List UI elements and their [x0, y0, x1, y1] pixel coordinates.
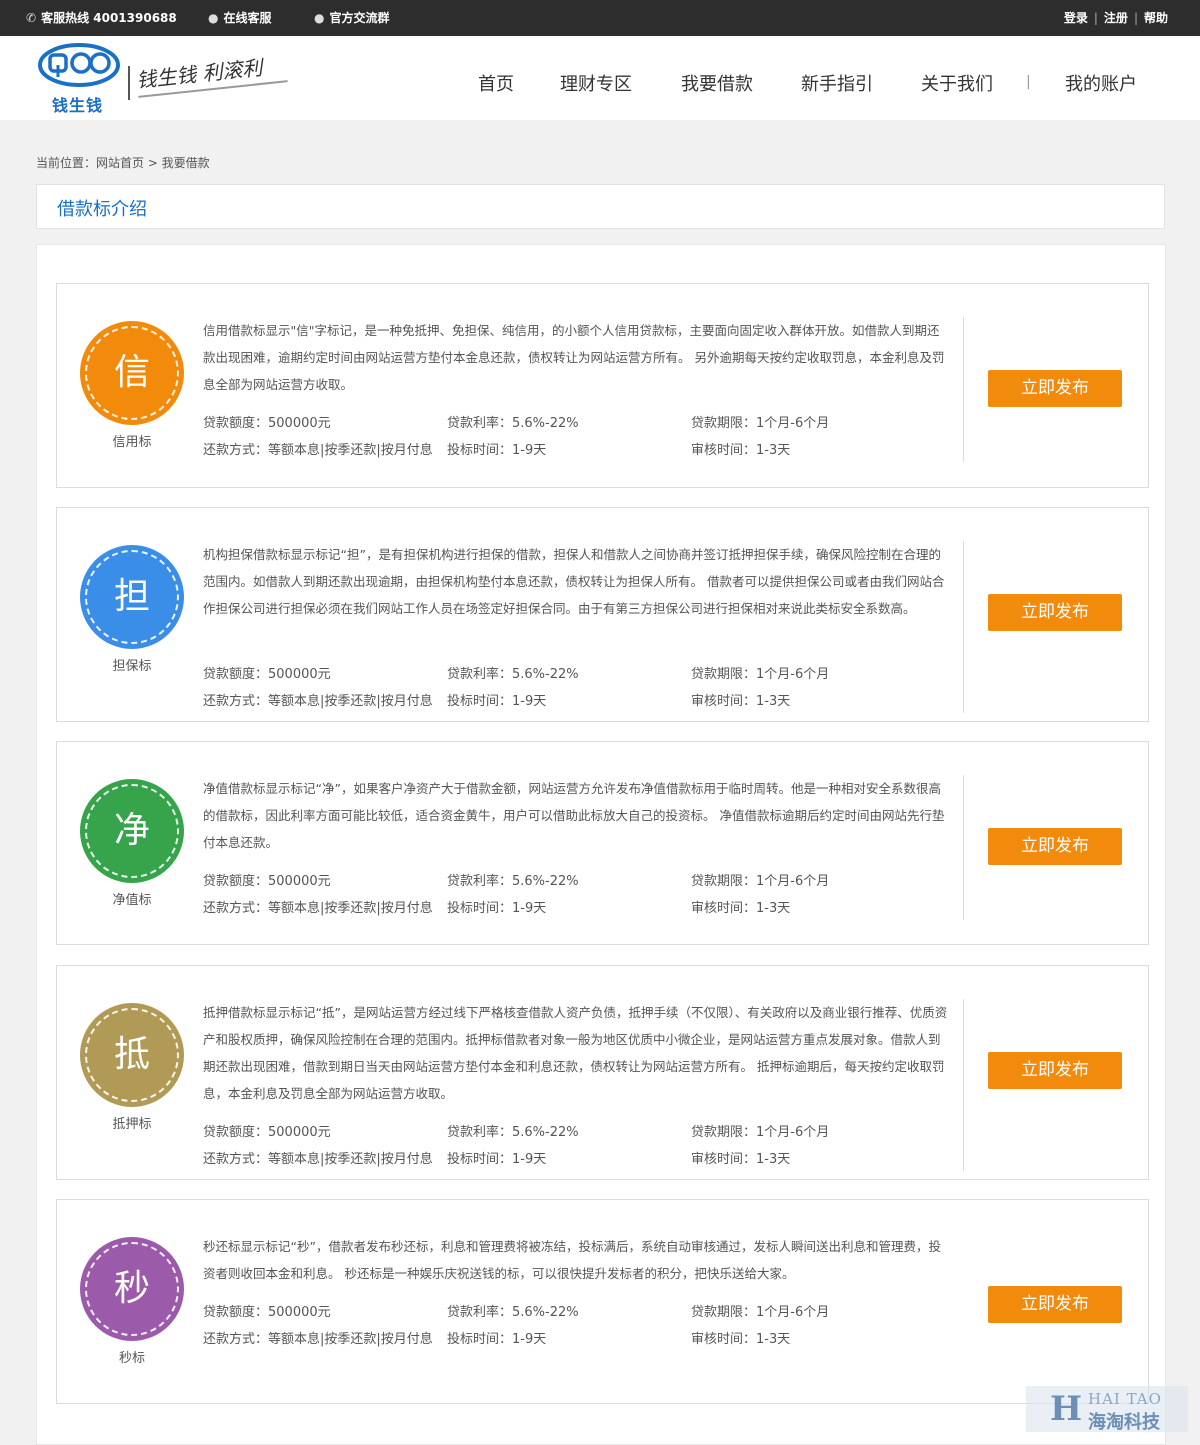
net-worth-badge-icon: 净	[80, 779, 184, 883]
loan-term: 贷款期限：1个月-6个月	[691, 416, 830, 431]
loan-description: 机构担保借款标显示标记“担”，是有担保机构进行担保的借款，担保人和借款人之间协商…	[203, 547, 945, 616]
repay-method: 还款方式：等额本息|按季还款|按月付息	[203, 1332, 433, 1347]
badge-char: 净	[113, 810, 150, 851]
audit-time: 审核时间：1-3天	[691, 443, 791, 458]
credit-badge-icon: 信	[80, 321, 184, 425]
loan-amount: 贷款额度：500000元	[203, 1305, 331, 1320]
audit-time: 审核时间：1-3天	[691, 1332, 791, 1347]
login-link[interactable]: 登录	[1058, 0, 1094, 36]
loan-card-instant: 秒 秒标 秒还标显示标记“秒”，借款者发布秒还标，利息和管理费将被冻结，投标满后…	[56, 1199, 1149, 1404]
online-service-text: 在线客服	[223, 11, 272, 25]
badge-char: 信	[113, 352, 150, 393]
loan-type-label: 担保标	[112, 659, 152, 674]
watermark-text-en: HAI TAO	[1088, 1390, 1162, 1408]
loan-card-net-worth: 净 净值标 净值借款标显示标记“净”，如果客户净资产大于借款金额，网站运营方允许…	[56, 741, 1149, 945]
publish-button[interactable]: 立即发布	[988, 828, 1122, 865]
official-group-text: 官方交流群	[329, 11, 390, 25]
loan-description: 净值借款标显示标记“净”，如果客户净资产大于借款金额，网站运营方允许发布净值借款…	[203, 781, 945, 850]
loan-description: 信用借款标显示"信"字标记，是一种免抵押、免担保、纯信用，的小额个人信用贷款标，…	[203, 323, 945, 392]
loan-term: 贷款期限：1个月-6个月	[691, 874, 830, 889]
loan-type-label: 信用标	[112, 435, 152, 450]
card-divider	[963, 775, 964, 920]
badge-char: 抵	[113, 1034, 150, 1075]
register-link[interactable]: 注册	[1098, 0, 1134, 36]
top-bar: ✆ 客服热线 4001390688 ● 在线客服 ● 官方交流群 登录 | 注册…	[0, 0, 1200, 36]
mortgage-badge-icon: 抵	[80, 1003, 184, 1107]
badge-char: 担	[113, 576, 150, 617]
help-link[interactable]: 帮助	[1138, 0, 1174, 36]
card-divider	[963, 317, 964, 462]
logo-text: 钱生钱	[52, 96, 104, 115]
bid-time: 投标时间：1-9天	[447, 1332, 547, 1347]
hotline: ✆ 客服热线 4001390688	[26, 0, 177, 36]
guarantee-badge-icon: 担	[80, 545, 184, 649]
hotline-text: 客服热线 4001390688	[41, 11, 177, 25]
user-icon: ●	[208, 11, 219, 25]
audit-time: 审核时间：1-3天	[691, 901, 791, 916]
bid-time: 投标时间：1-9天	[447, 1152, 547, 1167]
repay-method: 还款方式：等额本息|按季还款|按月付息	[203, 443, 433, 458]
repay-method: 还款方式：等额本息|按季还款|按月付息	[203, 1152, 433, 1167]
bid-time: 投标时间：1-9天	[447, 443, 547, 458]
loan-type-label: 净值标	[112, 893, 152, 908]
bid-time: 投标时间：1-9天	[447, 901, 547, 916]
slogan: 钱生钱 利滚利	[135, 55, 264, 93]
nav-about[interactable]: 关于我们	[921, 70, 993, 96]
repay-method: 还款方式：等额本息|按季还款|按月付息	[203, 694, 433, 709]
breadcrumb: 当前位置：网站首页 > 我要借款	[36, 156, 210, 170]
loan-rate: 贷款利率：5.6%-22%	[447, 1305, 579, 1320]
watermark-text-cn: 海淘科技	[1088, 1412, 1160, 1433]
nav-my-account[interactable]: 我的账户	[1065, 70, 1137, 96]
logo-icon[interactable]	[38, 43, 120, 87]
publish-button[interactable]: 立即发布	[988, 594, 1122, 631]
loan-rate: 贷款利率：5.6%-22%	[447, 1125, 579, 1140]
repay-method: 还款方式：等额本息|按季还款|按月付息	[203, 901, 433, 916]
audit-time: 审核时间：1-3天	[691, 694, 791, 709]
nav-home[interactable]: 首页	[478, 70, 514, 96]
loan-description: 抵押借款标显示标记“抵”，是网站运营方经过线下严格核查借款人资产负债，抵押手续（…	[203, 1005, 948, 1101]
loan-amount: 贷款额度：500000元	[203, 416, 331, 431]
loan-type-label: 抵押标	[112, 1117, 152, 1132]
card-divider	[963, 999, 964, 1171]
loan-card-mortgage: 抵 抵押标 抵押借款标显示标记“抵”，是网站运营方经过线下严格核查借款人资产负债…	[56, 965, 1149, 1180]
badge-char: 秒	[113, 1268, 150, 1309]
card-divider	[963, 541, 964, 713]
loan-amount: 贷款额度：500000元	[203, 1125, 331, 1140]
bid-time: 投标时间：1-9天	[447, 694, 547, 709]
user-group-icon: ●	[314, 11, 325, 25]
online-service-link[interactable]: ● 在线客服	[208, 0, 272, 36]
watermark: H HAI TAO 海淘科技	[1026, 1386, 1188, 1433]
loan-amount: 贷款额度：500000元	[203, 667, 331, 682]
nav-separator: |	[1026, 74, 1031, 90]
official-group-link[interactable]: ● 官方交流群	[314, 0, 390, 36]
loan-amount: 贷款额度：500000元	[203, 874, 331, 889]
phone-icon: ✆	[26, 11, 37, 25]
site-header: 钱生钱 钱生钱 利滚利 首页 理财专区 我要借款 新手指引 关于我们 | 我的账…	[0, 36, 1200, 120]
loan-term: 贷款期限：1个月-6个月	[691, 667, 830, 682]
logo-divider	[128, 66, 130, 100]
account-links: 登录 | 注册 | 帮助	[1058, 0, 1174, 36]
loan-card-credit: 信 信用标 信用借款标显示"信"字标记，是一种免抵押、免担保、纯信用，的小额个人…	[56, 283, 1149, 488]
nav-wealth-zone[interactable]: 理财专区	[560, 70, 632, 96]
instant-badge-icon: 秒	[80, 1237, 184, 1341]
loan-rate: 贷款利率：5.6%-22%	[447, 416, 579, 431]
loan-term: 贷款期限：1个月-6个月	[691, 1125, 830, 1140]
nav-borrow[interactable]: 我要借款	[681, 70, 753, 96]
loan-card-guarantee: 担 担保标 机构担保借款标显示标记“担”，是有担保机构进行担保的借款，担保人和借…	[56, 507, 1149, 722]
watermark-logo-icon: H	[1050, 1389, 1083, 1429]
publish-button[interactable]: 立即发布	[988, 1286, 1122, 1323]
loan-type-label: 秒标	[118, 1351, 145, 1366]
loan-rate: 贷款利率：5.6%-22%	[447, 667, 579, 682]
loan-term: 贷款期限：1个月-6个月	[691, 1305, 830, 1320]
loan-rate: 贷款利率：5.6%-22%	[447, 874, 579, 889]
nav-guide[interactable]: 新手指引	[801, 70, 873, 96]
publish-button[interactable]: 立即发布	[988, 1052, 1122, 1089]
audit-time: 审核时间：1-3天	[691, 1152, 791, 1167]
section-title: 借款标介绍	[57, 199, 147, 220]
section-header: 借款标介绍	[36, 184, 1165, 229]
loan-description: 秒还标显示标记“秒”，借款者发布秒还标，利息和管理费将被冻结，投标满后，系统自动…	[203, 1239, 941, 1281]
publish-button[interactable]: 立即发布	[988, 370, 1122, 407]
